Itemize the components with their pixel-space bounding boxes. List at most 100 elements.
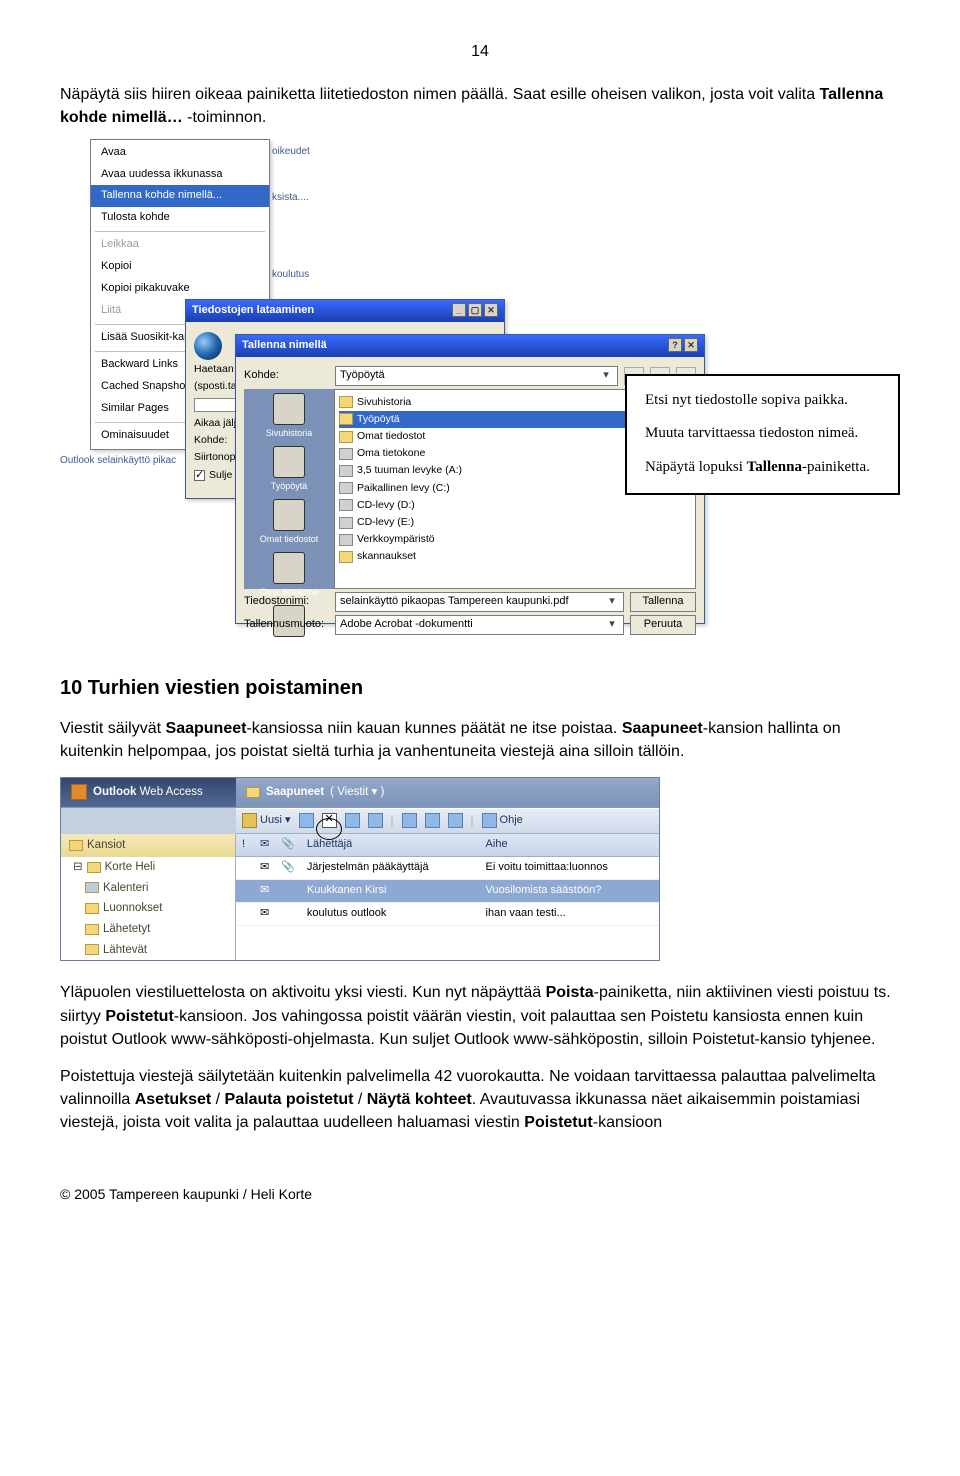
msg-from: koulutus outlook xyxy=(301,903,480,926)
place-my-documents[interactable]: Omat tiedostot xyxy=(260,499,319,546)
text: -toiminnon. xyxy=(183,109,267,126)
col-from[interactable]: Lähettäjä xyxy=(301,834,480,856)
print-icon[interactable] xyxy=(448,813,463,828)
file-item[interactable]: skannaukset xyxy=(339,548,691,565)
paragraph-3: Yläpuolen viestiluettelosta on aktivoitu… xyxy=(60,981,900,1051)
folder-icon xyxy=(85,944,99,955)
file-item[interactable]: Verkkoympäristö xyxy=(339,531,691,548)
cancel-button[interactable]: Peruuta xyxy=(630,615,696,635)
paragraph-2: Viestit säilyvät Saapuneet-kansiossa nii… xyxy=(60,717,900,763)
message-row[interactable]: ✉📎 Järjestelmän pääkäyttäjä Ei voitu toi… xyxy=(236,857,659,880)
col-attachment[interactable]: 📎 xyxy=(275,834,301,856)
folder-view-dropdown[interactable]: ( Viestit ▾ ) xyxy=(330,784,384,801)
file-name: Oma tietokone xyxy=(357,446,425,461)
file-name: CD-levy (D:) xyxy=(357,498,415,513)
text: -kansioon. Jos vahingossa poistit väärän… xyxy=(60,1008,876,1048)
folder-icon xyxy=(69,840,83,851)
folder-icon xyxy=(85,903,99,914)
filetype-combobox[interactable]: Adobe Acrobat -dokumentti▾ xyxy=(335,615,624,635)
file-name: Sivuhistoria xyxy=(357,395,411,410)
text: Näpäytä lopuksi xyxy=(645,459,747,475)
logo-text: Web Access xyxy=(136,786,202,798)
place-my-computer[interactable]: Oma tietokone xyxy=(260,552,319,599)
root-folder[interactable]: ⊟ Korte Heli xyxy=(61,857,235,878)
ctx-save-target-as[interactable]: Tallenna kohde nimellä... xyxy=(91,185,269,207)
check-icon[interactable] xyxy=(425,813,440,828)
places-bar: Sivuhistoria Työpöytä Omat tiedostot Oma… xyxy=(244,389,334,589)
save-button[interactable]: Tallenna xyxy=(630,592,696,612)
close-icon[interactable]: ✕ xyxy=(684,338,698,352)
folder-item[interactable]: Lähtevät xyxy=(61,940,235,961)
intro-paragraph: Näpäytä siis hiiren oikeaa painiketta li… xyxy=(60,83,900,129)
close-icon[interactable]: ✕ xyxy=(484,303,498,317)
bg-tab-label: ksista.... xyxy=(272,190,332,207)
text-bold: Saapuneet xyxy=(622,720,703,737)
help-label: Ohje xyxy=(500,813,523,829)
move-icon[interactable] xyxy=(345,813,360,828)
callout-p1: Etsi nyt tiedostolle sopiva paikka. xyxy=(645,390,880,412)
callout-p2: Muuta tarvittaessa tiedoston nimeä. xyxy=(645,423,880,445)
reply-all-icon[interactable] xyxy=(368,813,383,828)
file-name: skannaukset xyxy=(357,549,416,564)
reply-icon[interactable] xyxy=(299,813,314,828)
text: -kansioon xyxy=(593,1114,662,1131)
place-desktop[interactable]: Työpöytä xyxy=(271,446,308,493)
text-bold: Palauta poistetut xyxy=(225,1091,354,1108)
screenshot-save-as: Avaa Avaa uudessa ikkunassa Tallenna koh… xyxy=(60,144,900,644)
bg-tab-label: koulutus xyxy=(272,267,332,284)
logo-text-bold: Outlook xyxy=(93,786,136,798)
place-label: Sivuhistoria xyxy=(266,428,313,438)
delete-icon[interactable] xyxy=(322,813,337,828)
help-icon[interactable]: ? xyxy=(668,338,682,352)
calendar-icon xyxy=(85,882,99,893)
ctx-open[interactable]: Avaa xyxy=(91,142,269,164)
folders-header[interactable]: Kansiot xyxy=(61,834,235,857)
outlook-bg-text: Outlook selainkäyttö pikac xyxy=(60,454,176,469)
chevron-down-icon: ▾ xyxy=(599,368,613,384)
save-as-titlebar: Tallenna nimellä ?✕ xyxy=(236,335,704,357)
col-subject[interactable]: Aihe xyxy=(480,834,659,856)
folder-icon xyxy=(87,862,101,873)
text: Yläpuolen viestiluettelosta on aktivoitu… xyxy=(60,984,546,1001)
text: / xyxy=(353,1091,366,1108)
message-row[interactable]: ✉ Kuukkanen Kirsi Vuosilomista säästöön? xyxy=(236,880,659,903)
filename-input[interactable]: selainkäyttö pikaopas Tampereen kaupunki… xyxy=(335,592,624,612)
ctx-print-target[interactable]: Tulosta kohde xyxy=(91,207,269,229)
ctx-copy-shortcut[interactable]: Kopioi pikakuvake xyxy=(91,278,269,300)
kohde-combobox[interactable]: Työpöytä ▾ xyxy=(335,366,618,386)
file-item[interactable]: CD-levy (E:) xyxy=(339,514,691,531)
maximize-icon[interactable]: ▢ xyxy=(468,303,482,317)
folder-item[interactable]: Lähetetyt xyxy=(61,919,235,940)
col-importance[interactable]: ! xyxy=(236,834,254,856)
owa-folder-header: Saapuneet ( Viestit ▾ ) xyxy=(236,778,659,807)
instruction-callout: Etsi nyt tiedostolle sopiva paikka. Muut… xyxy=(625,374,900,495)
kohde-label: Kohde: xyxy=(244,368,329,384)
root-label: Korte Heli xyxy=(105,859,156,876)
file-name: Työpöytä xyxy=(357,412,400,427)
place-label: Verkkoympäri... xyxy=(258,640,320,650)
text-bold: Poistetut xyxy=(105,1008,173,1025)
folder-label: Luonnokset xyxy=(103,900,162,917)
folder-item[interactable]: Kalenteri xyxy=(61,878,235,899)
msg-subject: Vuosilomista säästöön? xyxy=(480,880,659,903)
background-tabs: oikeudet ksista.... koulutus xyxy=(272,144,332,284)
folder-item[interactable]: Luonnokset xyxy=(61,898,235,919)
forward-icon[interactable] xyxy=(402,813,417,828)
msg-subject: Ei voitu toimittaa:luonnos xyxy=(480,857,659,880)
file-item[interactable]: CD-levy (D:) xyxy=(339,497,691,514)
col-type[interactable]: ✉ xyxy=(254,834,275,856)
new-button[interactable]: Uusi ▾ xyxy=(242,813,291,829)
message-row[interactable]: ✉ koulutus outlook ihan vaan testi... xyxy=(236,903,659,926)
filename-label: Tiedostonimi: xyxy=(244,594,329,610)
help-button[interactable]: Ohje xyxy=(482,813,523,829)
text: Näpäytä siis hiiren oikeaa painiketta li… xyxy=(60,86,820,103)
separator xyxy=(95,231,265,232)
owa-message-list: ! ✉ 📎 Lähettäjä Aihe ✉📎 Järjestelmän pää… xyxy=(236,834,659,960)
minimize-icon[interactable]: _ xyxy=(452,303,466,317)
ctx-copy[interactable]: Kopioi xyxy=(91,256,269,278)
ctx-open-new-window[interactable]: Avaa uudessa ikkunassa xyxy=(91,164,269,186)
close-after-checkbox[interactable] xyxy=(194,470,205,481)
screenshot-outlook-web-access: Outlook Web Access Saapuneet ( Viestit ▾… xyxy=(60,777,660,961)
place-history[interactable]: Sivuhistoria xyxy=(266,393,313,440)
folder-name: Saapuneet xyxy=(266,784,324,801)
